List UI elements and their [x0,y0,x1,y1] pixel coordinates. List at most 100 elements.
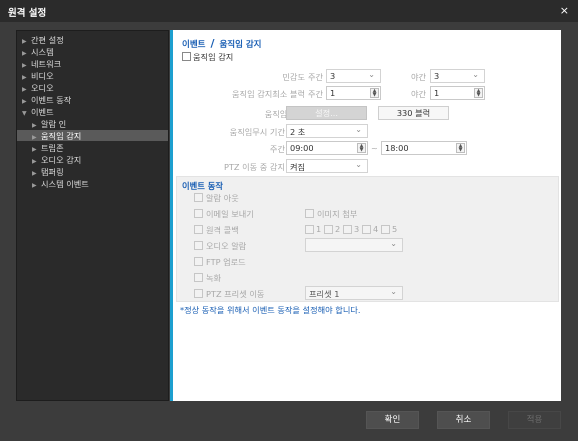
sensitivity-day-select[interactable]: 3 ⌄ [326,69,381,83]
day-end-time-input[interactable]: 18:00 ▲ ▼ [381,141,467,155]
ptz-detect-label: PTZ 이동 중 감지 [223,162,285,172]
zone-setup-button[interactable]: 설정... [286,106,367,120]
callback-2-label: 2 [335,224,341,234]
ok-button[interactable]: 확인 [366,411,419,429]
cancel-button[interactable]: 취소 [437,411,490,429]
callback-3-label: 3 [354,224,360,234]
day-start-time-input[interactable]: 09:00 ▲ ▼ [286,141,368,155]
ptz-preset-checkbox[interactable] [194,289,203,298]
event-actions-title: 이벤트 동작 [182,181,224,191]
expand-arrow-icon: ▶ [32,182,37,189]
callback-4-label: 4 [373,224,379,234]
breadcrumb-current: 움직임 감지 [219,40,262,50]
day-time-label: 주간 [269,144,285,154]
motion-detection-panel: 이벤트 / 움직임 감지 움직임 감지 민감도 주간 3 ⌄ 야간 3 ⌄ 움직… [173,30,561,401]
title-bar: 원격 설정 × [0,0,578,22]
email-label: 이메일 보내기 [206,209,254,219]
spin-arrows-icon[interactable]: ▲ ▼ [474,88,483,98]
sensitivity-label: 민감도 [282,72,305,82]
sidebar-item-network[interactable]: ▶ 네트워크 [22,58,61,69]
callback-3-checkbox[interactable] [343,225,352,234]
sidebar-item-event[interactable]: ▼ 이벤트 [22,106,54,117]
ftp-upload-label: FTP 업로드 [206,257,246,267]
sidebar-item-event-action[interactable]: ▶ 이벤트 동작 [22,94,71,105]
expand-arrow-icon: ▶ [22,50,27,57]
callback-5-label: 5 [392,224,398,234]
chevron-down-icon: ⌄ [368,70,375,79]
sidebar-item-audio-detection[interactable]: ▶ 오디오 감지 [32,154,81,165]
sidebar-item-motion-detection[interactable]: ▶ 움직임 감지 [17,130,168,141]
day-time-separator: ~ [371,143,378,153]
attach-image-label: 이미지 첨부 [317,209,358,219]
audio-alarm-label: 오디오 알람 [206,241,247,251]
min-blocks-day-stepper[interactable]: 1 ▲ ▼ [326,86,381,100]
callback-1-checkbox[interactable] [305,225,314,234]
expand-arrow-icon: ▶ [22,38,27,45]
sidebar-item-alarm-in[interactable]: ▶ 알람 인 [32,118,66,129]
remote-callback-label: 원격 콜백 [206,225,239,235]
min-blocks-day-label: 주간 [308,89,324,99]
sidebar-item-quick-setup[interactable]: ▶ 간편 설정 [22,34,64,45]
spin-arrows-icon[interactable]: ▲ ▼ [456,143,465,153]
email-checkbox[interactable] [194,209,203,218]
expand-arrow-icon: ▶ [32,134,37,141]
motion-detection-enable-checkbox[interactable] [182,52,191,61]
chevron-down-icon: ⌄ [355,160,362,169]
sidebar-item-trip-zone[interactable]: ▶ 트립존 [32,142,64,153]
ptz-detect-select[interactable]: 켜짐 ⌄ [286,159,368,173]
expand-arrow-icon: ▶ [32,158,37,165]
ptz-preset-label: PTZ 프리셋 이동 [206,289,265,299]
expand-arrow-icon: ▶ [32,170,37,177]
remote-setup-window: 원격 설정 × ▶ 간편 설정 ▶ 시스템 ▶ 네트워크 ▶ 비디오 ▶ 오디오 ▶ 이벤트… [0,0,578,441]
sensitivity-night-label: 야간 [411,72,427,82]
callback-4-checkbox[interactable] [362,225,371,234]
spin-arrows-icon[interactable]: ▲ ▼ [370,88,379,98]
min-blocks-night-stepper[interactable]: 1 ▲ ▼ [430,86,485,100]
expand-arrow-icon: ▶ [32,146,37,153]
chevron-down-icon: ⌄ [355,125,362,134]
callback-5-checkbox[interactable] [381,225,390,234]
motion-detection-enable-label: 움직임 감지 [193,52,234,62]
sensitivity-night-select[interactable]: 3 ⌄ [430,69,485,83]
expand-arrow-icon: ▶ [22,86,27,93]
collapse-arrow-icon: ▼ [22,110,27,117]
chevron-down-icon: ⌄ [390,239,397,248]
window-title: 원격 설정 [8,8,47,19]
sidebar-item-video[interactable]: ▶ 비디오 [22,70,54,81]
spin-arrows-icon[interactable]: ▲ ▼ [357,143,366,153]
alarm-out-label: 알람 아웃 [206,193,239,203]
callback-2-checkbox[interactable] [324,225,333,234]
ftp-upload-checkbox[interactable] [194,257,203,266]
sensitivity-day-label: 주간 [308,72,324,82]
chevron-down-icon: ⌄ [390,287,397,296]
apply-button[interactable]: 적용 [508,411,561,429]
settings-tree: ▶ 간편 설정 ▶ 시스템 ▶ 네트워크 ▶ 비디오 ▶ 오디오 ▶ 이벤트 동작 ▼ 이벤트… [16,30,169,401]
ignore-time-label: 움직임무시 기간 [229,127,285,137]
record-checkbox[interactable] [194,273,203,282]
event-action-notice: *정상 동작을 위해서 이벤트 동작을 설정해야 합니다. [180,305,361,315]
close-icon[interactable]: × [560,4,569,17]
breadcrumb: 이벤트 / 움직임 감지 [182,37,262,50]
expand-arrow-icon: ▶ [22,98,27,105]
audio-alarm-checkbox[interactable] [194,241,203,250]
remote-callback-checkbox[interactable] [194,225,203,234]
min-blocks-night-label: 야간 [411,89,427,99]
sidebar-item-tampering[interactable]: ▶ 탬퍼링 [32,166,64,177]
sidebar-item-system[interactable]: ▶ 시스템 [22,46,54,57]
expand-arrow-icon: ▶ [22,62,27,69]
audio-alarm-select[interactable]: ⌄ [305,238,403,252]
sidebar-item-audio[interactable]: ▶ 오디오 [22,82,54,93]
expand-arrow-icon: ▶ [22,74,27,81]
min-blocks-label: 움직임 감지최소 블럭 [232,89,305,99]
breadcrumb-separator: / [210,37,215,50]
chevron-down-icon: ⌄ [472,70,479,79]
attach-image-checkbox[interactable] [305,209,314,218]
expand-arrow-icon: ▶ [32,122,37,129]
ignore-time-select[interactable]: 2 초 ⌄ [286,124,368,138]
callback-1-label: 1 [316,224,322,234]
sidebar-item-system-event[interactable]: ▶ 시스템 이벤트 [32,178,89,189]
event-actions-group: 이벤트 동작 알람 아웃 이메일 보내기 이미지 첨부 원격 콜백 1 2 3 … [176,176,559,302]
alarm-out-checkbox[interactable] [194,193,203,202]
record-label: 녹화 [206,273,222,283]
ptz-preset-select[interactable]: 프리셋 1 ⌄ [305,286,403,300]
